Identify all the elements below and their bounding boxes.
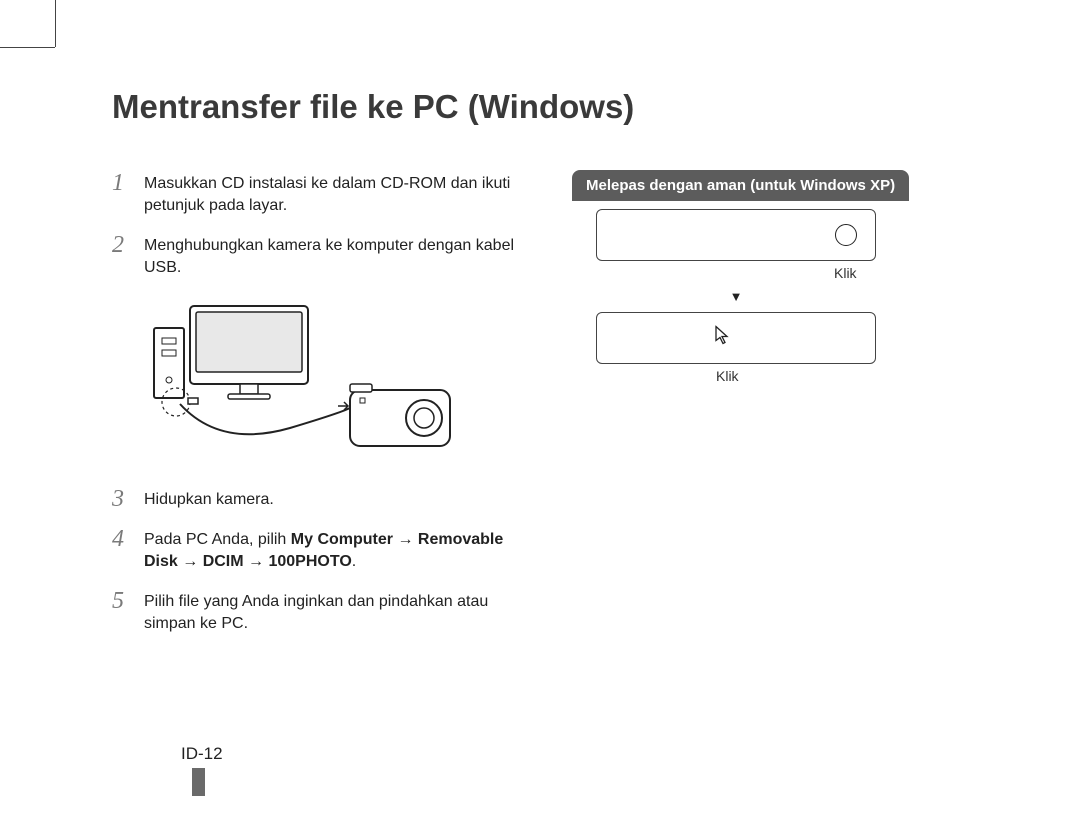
step-4: 4 Pada PC Anda, pilih My Computer → Remo… (112, 526, 522, 574)
step-text: Menghubungkan kamera ke komputer dengan … (144, 232, 522, 280)
step-text: Pada PC Anda, pilih My Computer → Remova… (144, 526, 522, 574)
down-arrow-icon: ▼ (596, 289, 876, 304)
right-column: Melepas dengan aman (untuk Windows XP) K… (572, 170, 982, 650)
step-suffix: . (352, 553, 356, 570)
step-number: 3 (112, 486, 144, 512)
tray-icon-placeholder (835, 224, 857, 246)
klik-label-2: Klik (596, 368, 982, 384)
step-text: Pilih file yang Anda inginkan dan pindah… (144, 588, 522, 636)
step-prefix: Pada PC Anda, pilih (144, 531, 291, 548)
cursor-icon (715, 326, 731, 351)
step-text: Masukkan CD instalasi ke dalam CD-ROM da… (144, 170, 522, 218)
step-number: 4 (112, 526, 144, 574)
left-column: 1 Masukkan CD instalasi ke dalam CD-ROM … (112, 170, 522, 650)
callout-heading: Melepas dengan aman (untuk Windows XP) (572, 170, 909, 201)
klik-label-1: Klik (596, 265, 982, 281)
step-2: 2 Menghubungkan kamera ke komputer denga… (112, 232, 522, 280)
page-number-bar (192, 768, 205, 796)
step-3: 3 Hidupkan kamera. (112, 486, 522, 512)
step-5: 5 Pilih file yang Anda inginkan dan pind… (112, 588, 522, 636)
tray-box-2 (596, 312, 876, 364)
crop-mark-horizontal (0, 47, 55, 48)
step-number: 2 (112, 232, 144, 280)
step-number: 5 (112, 588, 144, 636)
tray-box-1 (596, 209, 876, 261)
page-content: Mentransfer file ke PC (Windows) 1 Masuk… (112, 88, 982, 650)
step-text: Hidupkan kamera. (144, 486, 274, 512)
step-number: 1 (112, 170, 144, 218)
crop-mark-vertical (55, 0, 56, 47)
page-number: ID-12 (181, 744, 223, 764)
page-title: Mentransfer file ke PC (Windows) (112, 88, 982, 126)
two-column-layout: 1 Masukkan CD instalasi ke dalam CD-ROM … (112, 170, 982, 650)
camera-pc-illustration (140, 298, 460, 458)
step-1: 1 Masukkan CD instalasi ke dalam CD-ROM … (112, 170, 522, 218)
